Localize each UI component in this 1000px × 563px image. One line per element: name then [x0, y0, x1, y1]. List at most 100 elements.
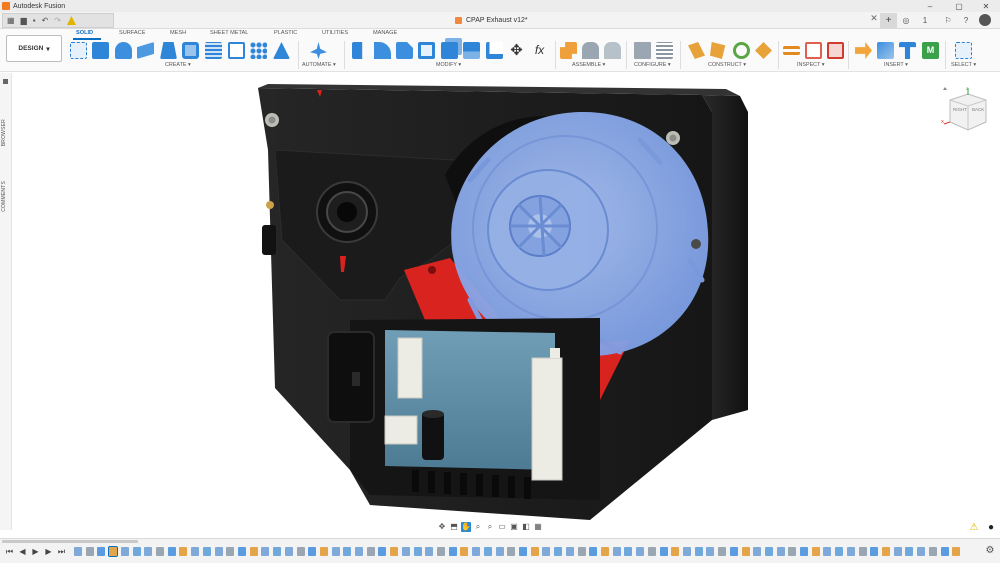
pattern-icon[interactable]: [250, 42, 267, 59]
insert-mcmaster-icon[interactable]: M: [922, 42, 939, 59]
plane-at-angle-icon[interactable]: [710, 42, 726, 59]
timeline-feature[interactable]: [800, 547, 809, 556]
timeline-feature[interactable]: [589, 547, 598, 556]
timeline-feature[interactable]: [74, 547, 82, 556]
fillet-icon[interactable]: [374, 42, 391, 59]
timeline-feature[interactable]: [952, 547, 961, 556]
timeline-feature[interactable]: [882, 547, 891, 556]
workspace-switcher-button[interactable]: DESIGN ▾: [6, 35, 62, 62]
timeline-feature[interactable]: [905, 547, 914, 556]
close-document-button[interactable]: ✕: [868, 13, 880, 27]
zoom-icon[interactable]: ⌕: [473, 522, 483, 532]
offset-face-icon[interactable]: [463, 42, 480, 59]
timeline-feature[interactable]: [155, 547, 164, 556]
timeline-feature[interactable]: [870, 547, 879, 556]
viewcube-back-label[interactable]: BACK: [972, 107, 984, 112]
timeline-feature[interactable]: [554, 547, 563, 556]
save-icon[interactable]: ▪: [33, 16, 36, 25]
hole-icon[interactable]: [182, 42, 199, 59]
timeline-feature[interactable]: [917, 547, 926, 556]
configure-icon[interactable]: [634, 42, 651, 59]
close-window-button[interactable]: ✕: [972, 0, 1000, 12]
timeline-settings-icon[interactable]: ⚙: [984, 545, 996, 557]
timeline-feature[interactable]: [600, 547, 609, 556]
file-menu-icon[interactable]: ▆: [21, 16, 27, 25]
visual-style-icon[interactable]: ◧: [521, 522, 531, 532]
notifications-bell-icon[interactable]: ⚐: [941, 14, 955, 27]
timeline-scrollbar[interactable]: [2, 540, 138, 543]
mirror-icon[interactable]: [273, 42, 290, 59]
timeline-feature[interactable]: [308, 547, 317, 556]
timeline-feature[interactable]: [448, 547, 457, 556]
timeline-feature[interactable]: [237, 547, 246, 556]
tab-mesh[interactable]: MESH: [170, 30, 186, 36]
document-tab[interactable]: CPAP Exhaust v12*: [455, 14, 528, 27]
timeline-feature[interactable]: [542, 547, 551, 556]
construct-group-label[interactable]: CONSTRUCT ▾: [708, 62, 746, 68]
comments-panel-label[interactable]: COMMENTS: [1, 181, 7, 212]
maximize-button[interactable]: ▢: [945, 0, 973, 12]
timeline-feature[interactable]: [940, 547, 949, 556]
press-pull-icon[interactable]: [352, 42, 363, 59]
revolve-icon[interactable]: [115, 42, 132, 59]
timeline-feature[interactable]: [179, 547, 188, 556]
timeline-feature[interactable]: [120, 547, 129, 556]
timeline-feature[interactable]: [202, 547, 211, 556]
timeline-feature[interactable]: [835, 547, 844, 556]
shell-icon[interactable]: [418, 42, 435, 59]
info-icon[interactable]: ●: [985, 522, 997, 534]
timeline-feature[interactable]: [85, 547, 94, 556]
point-icon[interactable]: [755, 42, 772, 59]
timeline-feature[interactable]: [97, 547, 106, 556]
timeline-feature[interactable]: [425, 547, 434, 556]
timeline-feature[interactable]: [811, 547, 820, 556]
timeline-feature[interactable]: [355, 547, 364, 556]
timeline-feature[interactable]: [823, 547, 832, 556]
timeline-feature[interactable]: [319, 547, 328, 556]
new-component-icon[interactable]: [560, 42, 577, 59]
configure-group-label[interactable]: CONFIGURE ▾: [634, 62, 671, 68]
tab-solid[interactable]: SOLID: [76, 30, 93, 36]
job-status-badge[interactable]: 1: [918, 14, 932, 27]
user-avatar[interactable]: [979, 14, 991, 26]
tab-manage[interactable]: MANAGE: [373, 30, 397, 36]
new-tab-button[interactable]: +: [880, 13, 897, 28]
offset-plane-icon[interactable]: [688, 42, 705, 59]
timeline-feature[interactable]: [378, 547, 387, 556]
view-cube[interactable]: RIGHT BACK Z X: [940, 86, 990, 134]
move-copy-icon[interactable]: ✥: [508, 42, 525, 59]
parameters-icon[interactable]: fx: [531, 42, 548, 59]
timeline-feature[interactable]: [390, 547, 399, 556]
timeline-feature[interactable]: [706, 547, 715, 556]
warning-icon[interactable]: ⚠: [968, 522, 980, 534]
timeline-end-button[interactable]: ⏭: [57, 547, 66, 556]
timeline-feature[interactable]: [530, 547, 539, 556]
panel-toggle-icon[interactable]: [3, 79, 8, 84]
home-view-icon[interactable]: [943, 87, 947, 90]
timeline-feature[interactable]: [273, 547, 282, 556]
timeline-feature[interactable]: [507, 547, 516, 556]
browser-panel-label[interactable]: BROWSER: [1, 119, 7, 146]
inspect-group-label[interactable]: INSPECT ▾: [797, 62, 824, 68]
as-built-joint-icon[interactable]: [604, 42, 621, 59]
tab-sheet-metal[interactable]: SHEET METAL: [210, 30, 248, 36]
timeline-feature[interactable]: [144, 547, 153, 556]
minimize-button[interactable]: –: [916, 0, 944, 12]
combine-icon[interactable]: [441, 42, 458, 59]
timeline-feature[interactable]: [577, 547, 586, 556]
timeline-feature[interactable]: [167, 547, 176, 556]
section-analysis-icon[interactable]: [827, 42, 844, 59]
timeline-start-button[interactable]: ⏮: [5, 547, 14, 556]
orbit-icon[interactable]: ✥: [437, 522, 447, 532]
look-at-icon[interactable]: ⬒: [449, 522, 459, 532]
timeline-feature[interactable]: [694, 547, 703, 556]
automate-group-label[interactable]: AUTOMATE ▾: [302, 62, 336, 68]
timeline-feature[interactable]: [846, 547, 855, 556]
timeline-feature[interactable]: [682, 547, 691, 556]
timeline-feature[interactable]: [741, 547, 750, 556]
timeline-feature[interactable]: [928, 547, 937, 556]
timeline-feature[interactable]: [343, 547, 352, 556]
select-group-label[interactable]: SELECT ▾: [951, 62, 976, 68]
timeline-step-forward-button[interactable]: ▶: [44, 547, 53, 556]
tab-utilities[interactable]: UTILITIES: [322, 30, 348, 36]
